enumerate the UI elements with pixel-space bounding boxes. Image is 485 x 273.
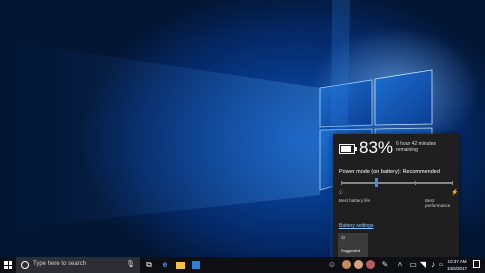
- taskbar: Type here to search 🎙 ⧉ e ☺ ✎ ˄ ▭ ◥ ♪ ▭ …: [0, 257, 485, 273]
- task-view-icon[interactable]: ⧉: [144, 260, 154, 270]
- action-center-icon[interactable]: [473, 260, 480, 268]
- search-placeholder: Type here to search: [33, 261, 87, 267]
- avatar[interactable]: [366, 260, 375, 269]
- windows-logo-icon: [4, 261, 12, 269]
- power-mode-slider-thumb[interactable]: [375, 178, 378, 187]
- battery-time-remaining: 6 hour 42 minutes remaining: [396, 141, 437, 153]
- store-icon[interactable]: [192, 260, 202, 270]
- clock-date[interactable]: 10/6/2017: [444, 266, 470, 271]
- leaf-icon: ♧: [338, 190, 344, 196]
- network-icon[interactable]: ◥: [418, 260, 428, 270]
- microphone-icon[interactable]: 🎙: [126, 260, 135, 268]
- clock-time[interactable]: 10:37 AM: [444, 259, 470, 264]
- battery-saver-quick-action[interactable]: ⊙ Suggested: [338, 233, 368, 257]
- power-mode-label: Power mode (on battery): Recommended: [339, 169, 440, 175]
- best-battery-life-caption: Best battery life: [339, 198, 371, 203]
- folder-icon[interactable]: [176, 260, 186, 270]
- battery-icon: [339, 144, 357, 154]
- battery-percentage: 83%: [359, 138, 394, 157]
- slider-tick: [452, 181, 453, 185]
- quick-action-label: Suggested: [341, 248, 361, 253]
- start-button[interactable]: [0, 257, 16, 273]
- avatar[interactable]: [342, 260, 351, 269]
- pen-icon[interactable]: ✎: [380, 260, 390, 270]
- slider-tick: [341, 181, 342, 185]
- cortana-icon: [21, 261, 29, 269]
- bolt-icon: ⚡: [451, 190, 459, 196]
- slider-tick: [415, 181, 416, 185]
- search-box[interactable]: Type here to search 🎙: [16, 257, 140, 273]
- battery-flyout: 83% 6 hour 42 minutes remaining Power mo…: [333, 134, 459, 257]
- battery-tray-icon[interactable]: ▭: [408, 260, 418, 270]
- battery-saver-icon: ⊙: [341, 235, 346, 241]
- chevron-up-icon[interactable]: ˄: [395, 260, 405, 270]
- best-performance-caption: Best performance: [425, 198, 451, 208]
- avatar[interactable]: [354, 260, 363, 269]
- power-mode-slider[interactable]: [341, 182, 453, 184]
- people-icon[interactable]: ☺: [327, 260, 337, 270]
- battery-settings-link[interactable]: Battery settings: [339, 223, 373, 229]
- edge-icon[interactable]: e: [160, 260, 170, 270]
